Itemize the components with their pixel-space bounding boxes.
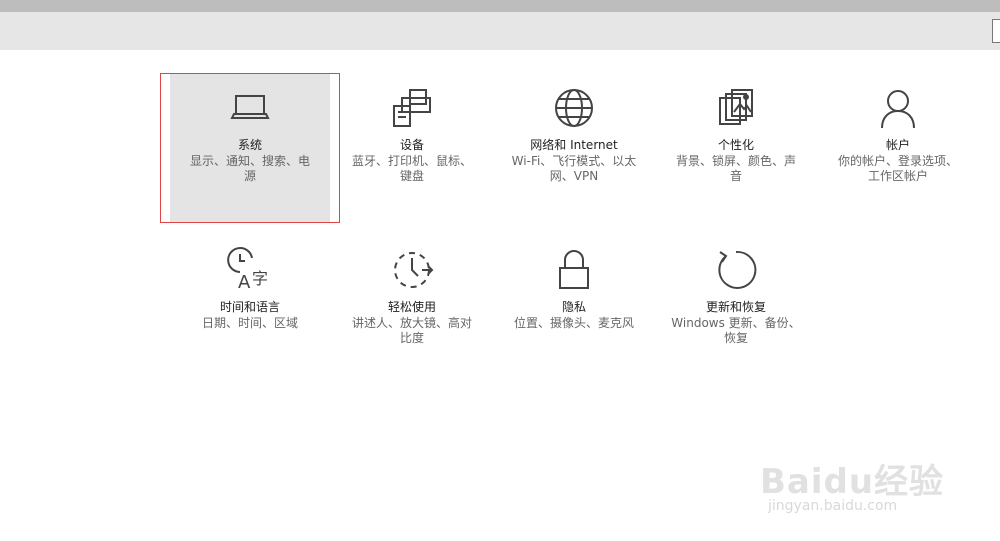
tile-devices[interactable]: 设备 蓝牙、打印机、鼠标、键盘 <box>332 73 492 223</box>
tile-description: Wi-Fi、飞行模式、以太网、VPN <box>511 154 637 183</box>
tile-description: 你的帐户、登录选项、工作区帐户 <box>837 154 958 183</box>
globe-icon <box>550 84 598 132</box>
tile-title: 更新和恢复 <box>705 300 766 314</box>
selection-highlight <box>160 73 340 223</box>
tile-description: 讲述人、放大镜、高对比度 <box>351 316 472 345</box>
tile-title: 时间和语言 <box>219 300 280 314</box>
window-title-strip <box>0 0 1000 12</box>
watermark-logo: Baidu经验 <box>760 462 945 502</box>
tile-title: 网络和 Internet <box>530 138 618 152</box>
tile-title: 设备 <box>399 138 424 152</box>
search-input[interactable] <box>992 19 1000 43</box>
tile-title: 轻松使用 <box>387 300 436 314</box>
tile-description: 位置、摄像头、麦克风 <box>513 316 634 330</box>
settings-header-bar <box>0 12 1000 50</box>
watermark-url: jingyan.baidu.com <box>768 498 898 514</box>
refresh-icon <box>712 246 760 294</box>
tile-title: 帐户 <box>885 138 910 152</box>
person-icon <box>874 84 922 132</box>
printer-icon <box>388 84 436 132</box>
tile-title: 隐私 <box>561 300 586 314</box>
tile-time-language[interactable]: A 字 时间和语言 日期、时间、区域 <box>170 235 330 385</box>
tile-privacy[interactable]: 隐私 位置、摄像头、麦克风 <box>494 235 654 385</box>
tile-description: 蓝牙、打印机、鼠标、键盘 <box>351 154 472 183</box>
svg-text:字: 字 <box>252 269 268 288</box>
tile-accounts[interactable]: 帐户 你的帐户、登录选项、工作区帐户 <box>818 73 978 223</box>
time-language-icon: A 字 <box>226 246 274 294</box>
lock-icon <box>550 246 598 294</box>
personalization-icon <box>712 84 760 132</box>
tile-update-recovery[interactable]: 更新和恢复 Windows 更新、备份、恢复 <box>656 235 816 385</box>
tile-description: Windows 更新、备份、恢复 <box>671 316 801 345</box>
tile-description: 日期、时间、区域 <box>201 316 298 330</box>
tile-title: 个性化 <box>717 138 754 152</box>
tile-personalization[interactable]: 个性化 背景、锁屏、颜色、声音 <box>656 73 816 223</box>
tile-description: 背景、锁屏、颜色、声音 <box>675 154 796 183</box>
ease-of-access-icon <box>388 246 436 294</box>
tile-network[interactable]: 网络和 Internet Wi-Fi、飞行模式、以太网、VPN <box>494 73 654 223</box>
watermark: Baidu经验 jingyan.baidu.com <box>760 436 960 526</box>
svg-text:A: A <box>238 272 251 293</box>
tile-ease-of-access[interactable]: 轻松使用 讲述人、放大镜、高对比度 <box>332 235 492 385</box>
